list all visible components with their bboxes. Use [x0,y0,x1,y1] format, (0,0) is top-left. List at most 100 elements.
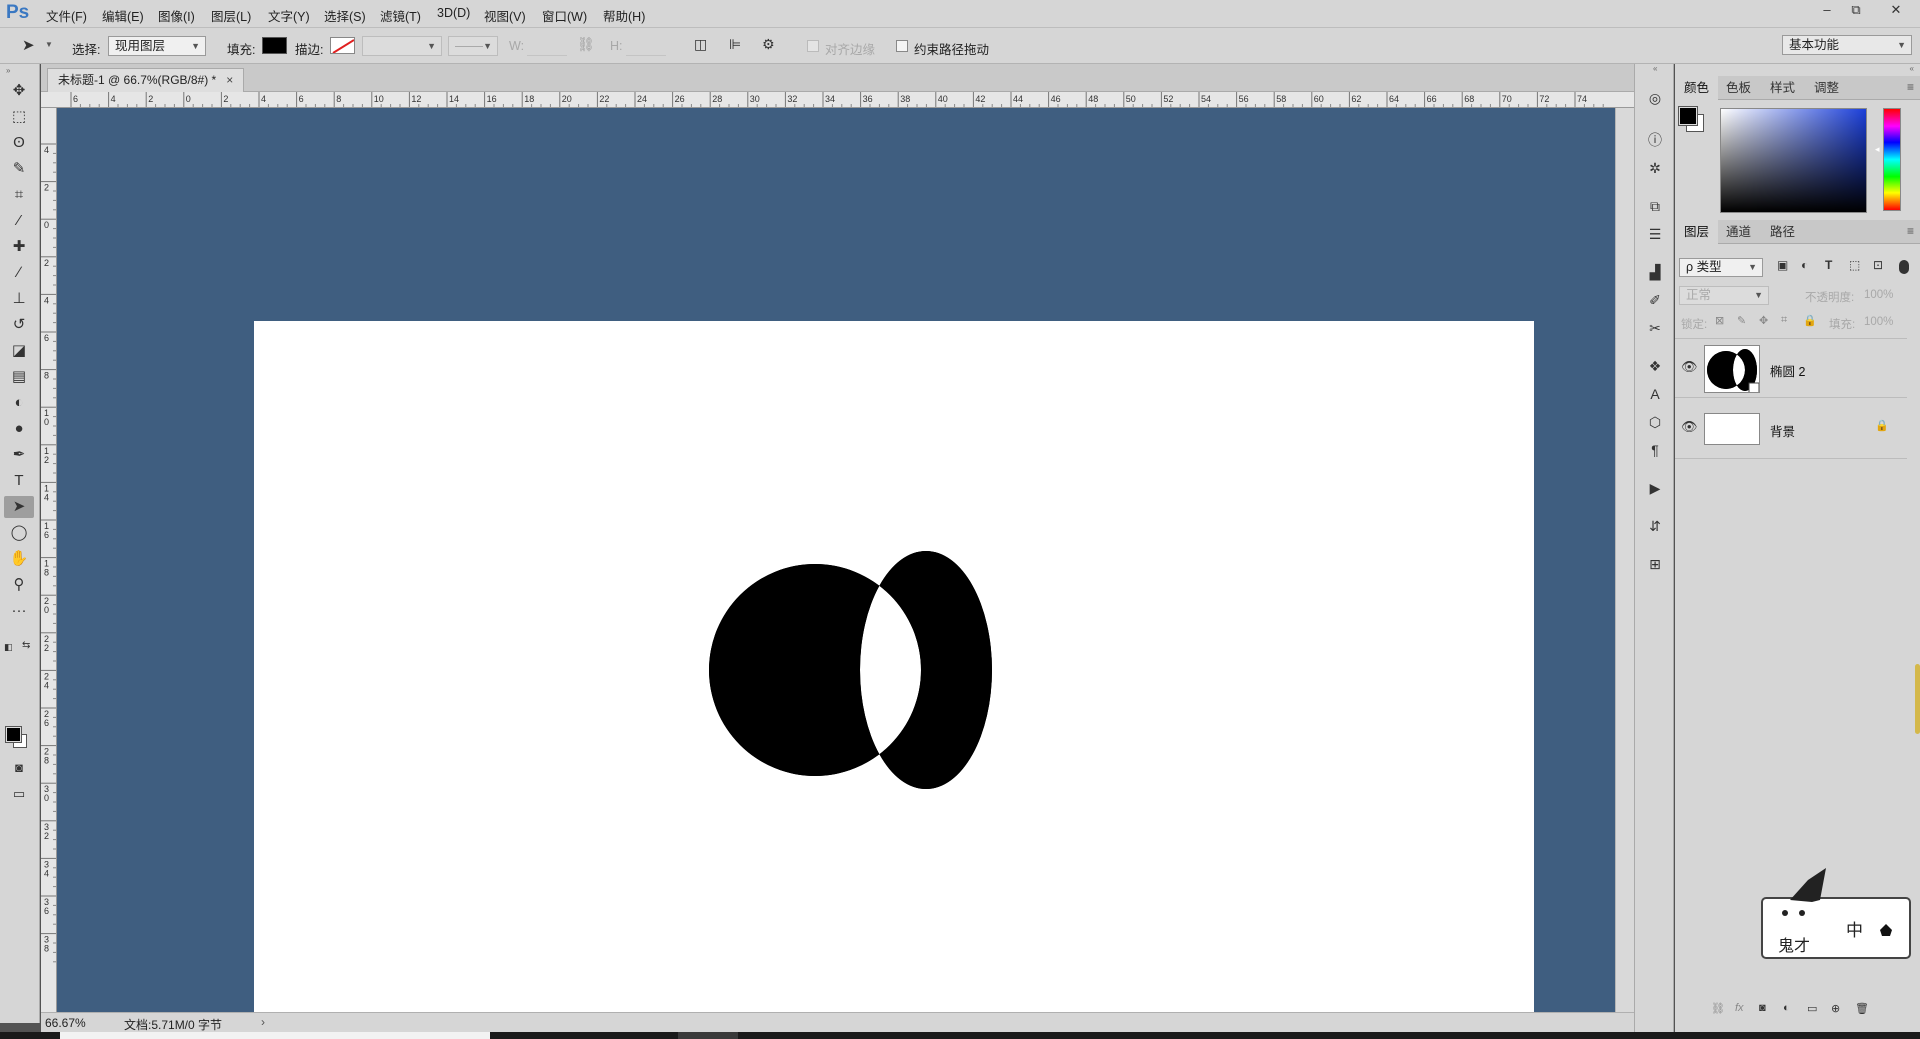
lock-position-icon[interactable]: ✥ [1759,314,1768,327]
align-edges-checkbox[interactable] [807,40,819,52]
measurement-icon[interactable]: ⊞ [1645,554,1665,574]
default-colors-icon[interactable]: ◧ [4,642,13,653]
marquee-tool[interactable]: ⬚ [4,106,34,128]
clone-stamp-tool[interactable]: ⊥ [4,288,34,310]
eye-icon[interactable]: 👁 [1681,359,1699,377]
path-select-tool-preset-icon[interactable]: ➤ [22,36,35,54]
eraser-tool[interactable]: ◪ [4,340,34,362]
collapse-icon[interactable]: » [6,66,10,75]
stroke-width-dropdown[interactable]: ▼ [362,36,442,56]
path-operations-icon[interactable]: ◫ [694,36,707,53]
tool-presets-icon[interactable]: ✂ [1645,318,1665,338]
path-arrangement-icon[interactable]: ⚙ [762,36,775,53]
layer-name[interactable]: 椭圆 2 [1770,361,1805,380]
3d-icon[interactable]: ❖ [1645,356,1665,376]
clone-source-icon[interactable]: ⧉ [1645,196,1665,216]
tab-color[interactable]: 颜色 [1675,76,1719,100]
document-canvas[interactable] [254,321,1534,1015]
menu-help[interactable]: 帮助(H) [603,6,645,25]
lock-artboard-icon[interactable]: ⌗ [1781,314,1787,327]
more-tools[interactable]: ··· [4,600,34,622]
filter-type-icon[interactable]: T [1825,258,1832,272]
path-alignment-icon[interactable]: ⊫ [729,36,741,53]
scroll-handle[interactable] [1915,664,1920,734]
lock-pixels-icon[interactable]: ✎ [1737,314,1746,327]
tab-swatches[interactable]: 色板 [1717,76,1760,100]
paragraph-icon[interactable]: ¶ [1645,440,1665,460]
character-icon[interactable]: A [1645,384,1665,404]
navigator-icon[interactable]: ✲ [1645,158,1665,178]
layer-row-background[interactable]: 👁 背景 🔒 [1675,399,1907,459]
move-tool[interactable]: ✥ [4,80,34,102]
h-input[interactable] [626,36,666,56]
close-tab-icon[interactable]: × [226,73,233,87]
info-icon[interactable]: ⓘ [1645,130,1665,150]
tab-adjustments[interactable]: 调整 [1805,76,1848,100]
zoom-level[interactable]: 66.67% [45,1016,86,1030]
tab-channels[interactable]: 通道 [1717,220,1760,244]
ime-mode-label[interactable]: 中 [1846,916,1863,941]
cube-icon[interactable]: ⬡ [1645,412,1665,432]
screen-mode-icon[interactable]: ▭ [4,783,34,805]
panel-menu-icon[interactable]: ≡ [1907,224,1914,238]
layer-row-ellipse[interactable]: 👁 椭圆 2 [1675,338,1907,398]
healing-brush-tool[interactable]: ✚ [4,236,34,258]
panel-foreground-swatch[interactable] [1678,106,1698,126]
filter-smart-object-icon[interactable]: ⊡ [1873,258,1883,272]
delete-layer-icon[interactable]: 🗑 [1855,1002,1869,1015]
tab-layers[interactable]: 图层 [1675,220,1719,244]
lock-all-icon[interactable]: 🔒 [1803,314,1817,327]
brush-presets-icon[interactable]: ✐ [1645,290,1665,310]
layer-filter-dropdown[interactable]: ρ 类型 ▼ [1679,258,1763,277]
workspace-dropdown[interactable]: 基本功能 ▼ [1782,35,1912,55]
hue-marker-icon[interactable]: ◂ [1875,144,1880,155]
eyedropper-tool[interactable]: ⁄ [4,210,34,232]
menu-3d[interactable]: 3D(D) [437,6,470,20]
taskbar-item[interactable] [678,1032,738,1039]
tab-paths[interactable]: 路径 [1761,220,1804,244]
blend-mode-dropdown[interactable]: 正常 ▼ [1679,286,1769,305]
tab-styles[interactable]: 样式 [1761,76,1804,100]
blur-tool[interactable]: ◐ [4,392,34,414]
color-field[interactable] [1720,108,1867,213]
pen-tool[interactable]: ✒ [4,444,34,466]
eye-icon[interactable]: 👁 [1681,419,1699,437]
crop-tool[interactable]: ⌗ [4,184,34,206]
filter-shape-icon[interactable]: ⬚ [1849,258,1860,272]
hand-tool[interactable]: ✋ [4,548,34,570]
fx-icon[interactable]: fx [1735,1002,1744,1014]
link-layers-icon[interactable]: ⛓ [1711,1002,1725,1015]
zoom-tool[interactable]: ⚲ [4,574,34,596]
hue-slider[interactable] [1883,108,1901,211]
opacity-value[interactable]: 100% [1864,289,1893,301]
menu-type[interactable]: 文字(Y) [268,6,310,25]
minimize-button[interactable]: – [1814,1,1840,19]
lock-icon[interactable]: 🔒 [1875,419,1889,432]
new-layer-icon[interactable]: ⊕ [1831,1002,1840,1015]
actions-icon[interactable]: ▶ [1645,478,1665,498]
status-arrow-icon[interactable]: › [261,1015,265,1029]
ellipse-shape[interactable] [254,321,1534,1015]
menu-layer[interactable]: 图层(L) [211,6,251,25]
add-mask-icon[interactable]: ◙ [1759,1002,1766,1014]
select-dropdown[interactable]: 现用图层 ▼ [108,36,206,56]
ime-mascot-widget[interactable]: 鬼才 中 [1760,860,1912,960]
constrain-path-checkbox[interactable] [896,40,908,52]
fill-value[interactable]: 100% [1864,316,1893,328]
document-info[interactable]: 文档:5.71M/0 字节 [124,1016,222,1033]
stroke-type-dropdown[interactable]: ▼ [448,36,498,56]
properties-icon[interactable]: ☰ [1645,224,1665,244]
document-tab[interactable]: 未标题-1 @ 66.7%(RGB/8#) * × [47,68,245,92]
quick-mask-icon[interactable]: ◙ [4,757,34,779]
ellipse-tool[interactable]: ◯ [4,522,34,544]
path-select-tool[interactable]: ➤ [4,496,34,518]
link-icon[interactable]: ⛓ [577,36,595,53]
stroke-swatch[interactable] [330,37,355,54]
menu-select[interactable]: 选择(S) [324,6,366,25]
panel-menu-icon[interactable]: ≡ [1907,80,1914,94]
lasso-tool[interactable]: ʘ [4,132,34,154]
layer-comps-icon[interactable]: ⇵ [1645,516,1665,536]
ellipse-shape-outer[interactable] [709,551,992,789]
adjustment-layer-icon[interactable]: ◐ [1783,1002,1790,1014]
layer-name[interactable]: 背景 [1770,421,1795,440]
